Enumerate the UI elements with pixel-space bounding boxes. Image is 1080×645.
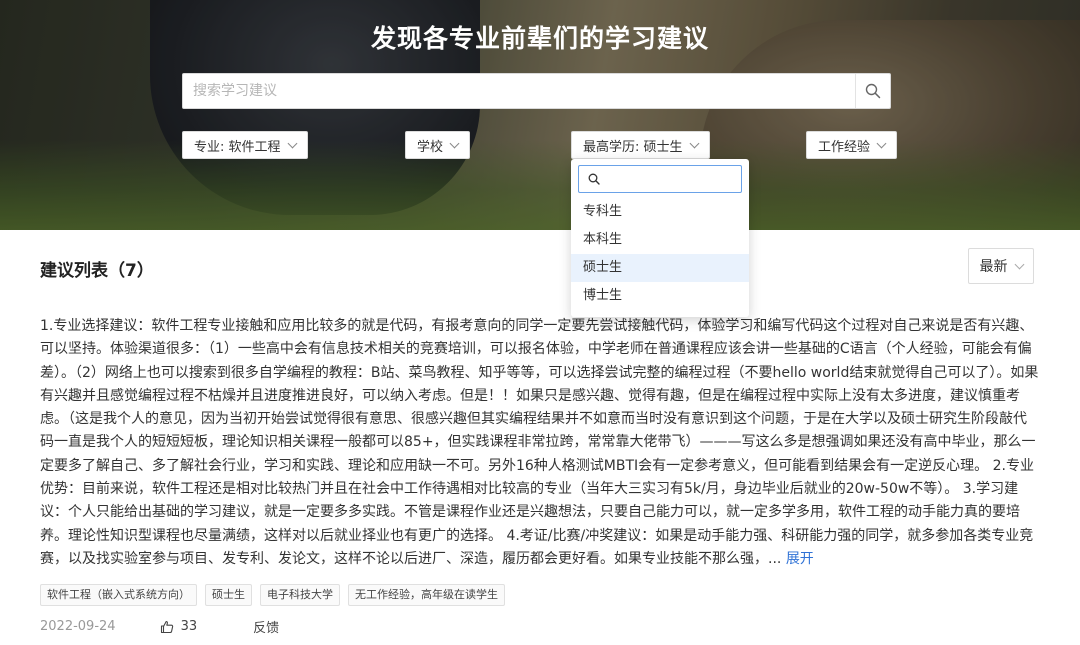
like-count: 33 [180,619,198,634]
filter-degree[interactable]: 最高学历: 硕士生 [571,131,710,159]
dropdown-option-doctor[interactable]: 博士生 [571,282,749,310]
filter-experience[interactable]: 工作经验 [806,131,898,159]
chevron-down-icon [449,138,460,148]
search-bar [182,73,891,109]
filter-school[interactable]: 学校 [405,131,471,159]
search-icon [865,83,881,99]
post-date: 2022-09-24 [40,619,116,634]
advice-post-body: 1.专业选择建议：软件工程专业接触和应用比较多的就是代码，有报考意向的同学一定要… [40,315,1040,571]
page-title: 发现各专业前辈们的学习建议 [370,24,709,53]
dropdown-option-bachelor[interactable]: 本科生 [571,226,749,254]
post-tags: 软件工程（嵌入式系统方向） 硕士生 电子科技大学 无工作经验，高年级在读学生 [40,584,505,606]
advice-text: 1.专业选择建议：软件工程专业接触和应用比较多的就是代码，有报考意向的同学一定要… [40,318,1039,567]
tag-degree: 硕士生 [205,584,252,606]
post-meta: 2022-09-24 33 反馈 [40,617,279,636]
filter-major[interactable]: 专业: 软件工程 [182,131,308,159]
like-button[interactable]: 33 [160,619,198,634]
tag-major: 软件工程（嵌入式系统方向） [40,584,197,606]
tag-school: 电子科技大学 [260,584,340,606]
dropdown-option-associate[interactable]: 专科生 [571,198,749,226]
degree-dropdown-menu: 专科生 本科生 硕士生 博士生 [571,159,749,317]
filter-major-label: 专业: 软件工程 [194,139,281,155]
search-icon [588,173,600,185]
filter-degree-label: 最高学历: 硕士生 [583,139,683,155]
tag-experience: 无工作经验，高年级在读学生 [348,584,505,606]
chevron-down-icon [689,138,699,148]
thumbs-up-icon [160,620,173,633]
chevron-down-icon [1014,259,1024,269]
dropdown-search-field[interactable] [578,165,742,193]
chevron-down-icon [876,138,887,148]
filter-experience-label: 工作经验 [818,139,871,155]
dropdown-option-master[interactable]: 硕士生 [571,254,749,282]
sort-label: 最新 [979,259,1008,275]
chevron-down-icon [287,138,297,148]
expand-link[interactable]: 展开 [786,551,814,567]
search-button[interactable] [855,74,890,108]
sort-select[interactable]: 最新 [968,248,1034,284]
search-input[interactable] [183,74,855,108]
list-heading: 建议列表（7） [40,261,154,281]
filter-school-label: 学校 [417,139,444,155]
feedback-link[interactable]: 反馈 [253,617,279,636]
